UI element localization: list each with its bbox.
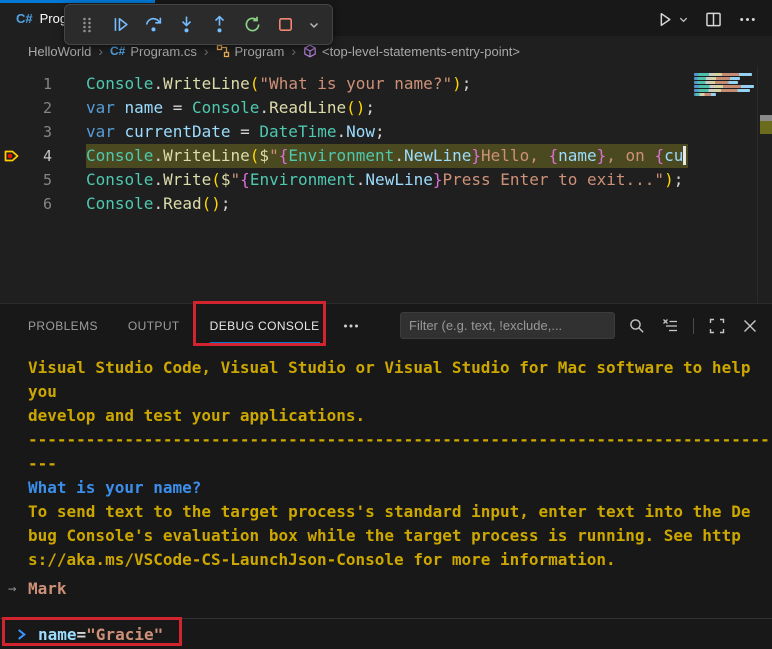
run-dropdown-chevron-icon[interactable] [676, 7, 691, 31]
close-panel-icon[interactable] [740, 316, 760, 336]
breadcrumb-item-label: <top-level-statements-entry-point> [322, 44, 520, 59]
more-tabs-icon [342, 317, 360, 335]
breadcrumb-item-2[interactable]: C# Program.cs [110, 44, 197, 59]
toolbar-gripper-icon[interactable] [75, 11, 99, 39]
more-actions-button[interactable] [735, 7, 759, 31]
code-editor: 1Console.WriteLine("What is your name?")… [0, 66, 772, 303]
breadcrumb-item-label: Program.cs [130, 44, 196, 59]
editor-tab-bar: C# Program.cs [0, 0, 772, 36]
vscode-window: C# Program.cs [0, 0, 772, 649]
overview-ruler[interactable] [757, 66, 772, 303]
editor-code-lines: 1Console.WriteLine("What is your name?")… [0, 66, 688, 303]
debug-toolbar-dropdown-chevron-icon[interactable] [306, 11, 322, 39]
console-line: Visual Studio Code, Visual Studio or Vis… [28, 356, 772, 380]
console-input-text[interactable]: name="Gracie" [38, 625, 163, 644]
bottom-panel: PROBLEMS OUTPUT DEBUG CONSOLE [0, 303, 772, 649]
csharp-file-icon: C# [16, 11, 33, 26]
input-prompt-chevron-icon [14, 627, 29, 642]
step-over-button[interactable] [141, 11, 165, 39]
console-line: ----------------------------------------… [28, 428, 772, 452]
console-line: →Mark [28, 577, 772, 601]
stop-button[interactable] [273, 11, 297, 39]
step-into-button[interactable] [174, 11, 198, 39]
editor-actions [652, 7, 759, 31]
minimap-line [694, 81, 738, 84]
breadcrumb-item-label: HelloWorld [28, 44, 91, 59]
console-line: develop and test your applications. [28, 404, 772, 428]
line-number: 2 [0, 96, 52, 120]
panel-tabs: PROBLEMS OUTPUT DEBUG CONSOLE [0, 304, 320, 348]
breadcrumb-item-label: Program [235, 44, 285, 59]
breadcrumb-item-4[interactable]: <top-level-statements-entry-point> [303, 44, 520, 59]
filter-box [400, 312, 615, 339]
minimap-line [694, 89, 750, 92]
symbol-class-icon [216, 44, 230, 58]
panel-header: PROBLEMS OUTPUT DEBUG CONSOLE [0, 304, 772, 348]
run-button[interactable] [652, 7, 676, 31]
symbol-method-icon [303, 44, 317, 58]
split-editor-button[interactable] [701, 7, 725, 31]
breadcrumb-separator: › [204, 43, 209, 59]
breadcrumb-item-1[interactable]: HelloWorld [28, 44, 91, 59]
panel-header-icons [627, 312, 760, 339]
ruler-current-line-marker [760, 121, 772, 134]
current-statement-breakpoint-icon[interactable] [3, 147, 21, 165]
continue-button[interactable] [108, 11, 132, 39]
panel-tab-problems[interactable]: PROBLEMS [28, 304, 98, 348]
minimap-line [694, 85, 754, 88]
minimap-line [694, 77, 740, 80]
code-line-1[interactable]: 1Console.WriteLine("What is your name?")… [0, 72, 688, 96]
console-line: bug Console's evaluation box while the t… [28, 524, 772, 548]
breadcrumb-item-3[interactable]: Program [216, 44, 285, 59]
restart-button[interactable] [240, 11, 264, 39]
console-line: What is your name? [28, 476, 772, 500]
console-line: To send text to the target process's sta… [28, 500, 772, 524]
minimap-line [694, 73, 752, 76]
line-number: 3 [0, 120, 52, 144]
debug-toolbar [64, 4, 333, 45]
code-line-5[interactable]: 5Console.Write($"{Environment.NewLine}Pr… [0, 168, 688, 192]
line-number: 5 [0, 168, 52, 192]
panel-icons-separator [693, 318, 694, 334]
breadcrumb-separator: › [291, 43, 296, 59]
console-line: --- [28, 452, 772, 476]
csharp-file-icon: C# [110, 44, 125, 58]
line-number: 1 [0, 72, 52, 96]
step-out-button[interactable] [207, 11, 231, 39]
code-line-3[interactable]: 3var currentDate = DateTime.Now; [0, 120, 688, 144]
search-icon[interactable] [627, 316, 647, 336]
minimap-line [694, 93, 716, 96]
clear-console-icon[interactable] [660, 316, 680, 336]
panel-more-tabs-button[interactable] [342, 317, 360, 335]
console-line: s://aka.ms/VSCode-CS-LaunchJson-Console … [28, 548, 772, 572]
breadcrumb-separator: › [98, 43, 103, 59]
code-line-4[interactable]: 4Console.WriteLine($"{Environment.NewLin… [0, 144, 688, 168]
active-tab-indicator [0, 0, 155, 3]
input-echo-arrow-icon: → [8, 577, 16, 601]
console-line: you [28, 380, 772, 404]
text-cursor [683, 146, 686, 165]
line-number: 6 [0, 192, 52, 216]
panel-tab-debug-console[interactable]: DEBUG CONSOLE [210, 304, 320, 348]
panel-tab-output[interactable]: OUTPUT [128, 304, 180, 348]
code-line-6[interactable]: 6Console.Read(); [0, 192, 688, 216]
minimap[interactable] [692, 66, 756, 303]
debug-console-output: Visual Studio Code, Visual Studio or Vis… [0, 348, 772, 619]
filter-input[interactable] [401, 313, 614, 338]
debug-console-input-row[interactable]: name="Gracie" [0, 618, 772, 649]
code-line-2[interactable]: 2var name = Console.ReadLine(); [0, 96, 688, 120]
maximize-panel-icon[interactable] [707, 316, 727, 336]
